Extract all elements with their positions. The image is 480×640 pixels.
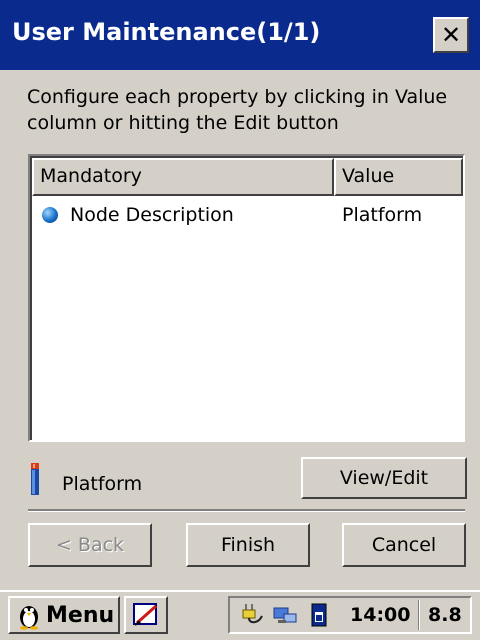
blue-ball-icon <box>42 207 58 223</box>
instructions-text: Configure each property by clicking in V… <box>27 86 448 134</box>
start-menu-button[interactable]: Menu <box>8 596 120 634</box>
plug-icon[interactable] <box>240 602 266 628</box>
title-bar: User Maintenance(1/1) ✕ <box>0 0 480 70</box>
property-value[interactable]: Platform <box>342 204 422 226</box>
column-header-mandatory[interactable]: Mandatory <box>32 158 334 196</box>
pin-icon <box>31 463 39 495</box>
start-menu-label: Menu <box>46 602 115 628</box>
battery-icon[interactable] <box>306 602 332 628</box>
cancel-button[interactable]: Cancel <box>342 523 466 567</box>
clock[interactable]: 14:00 <box>350 604 410 626</box>
pen-edit-icon <box>133 603 158 626</box>
selected-property-label: Platform <box>62 473 143 495</box>
taskbar: Menu 14:00 8.8 <box>0 590 480 640</box>
tray-divider <box>418 600 420 630</box>
window-title: User Maintenance(1/1) <box>12 18 321 46</box>
system-tray: 14:00 8.8 <box>228 596 472 634</box>
property-list[interactable]: Mandatory Value Node Description Platfor… <box>28 154 465 442</box>
divider <box>28 509 465 512</box>
version-label: 8.8 <box>428 604 462 626</box>
view-edit-button[interactable]: View/Edit <box>301 457 467 499</box>
close-icon: ✕ <box>440 21 462 49</box>
close-button[interactable]: ✕ <box>433 17 469 53</box>
taskbar-app-button[interactable] <box>124 596 168 634</box>
back-button[interactable]: < Back <box>28 523 152 567</box>
finish-button[interactable]: Finish <box>186 523 310 567</box>
column-header-value[interactable]: Value <box>334 158 463 196</box>
list-row[interactable]: Node Description Platform <box>32 202 463 232</box>
penguin-icon <box>20 606 38 630</box>
network-icon[interactable] <box>272 602 298 628</box>
property-name: Node Description <box>70 204 234 226</box>
